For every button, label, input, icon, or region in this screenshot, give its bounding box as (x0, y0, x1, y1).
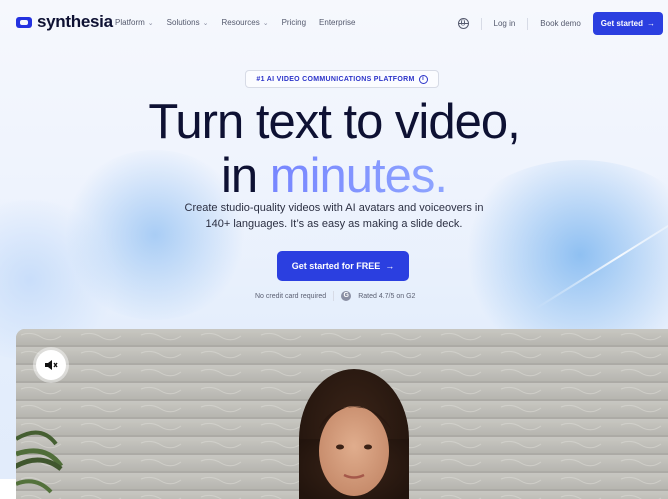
synthesia-logo[interactable]: synthesia (16, 12, 113, 32)
get-started-free-button[interactable]: Get started for FREE → (277, 251, 409, 281)
nav-item-label: Enterprise (319, 18, 356, 27)
video-frame (16, 329, 668, 499)
hero-title-line-1: Turn text to video, (148, 95, 520, 149)
hero-video[interactable] (16, 329, 668, 499)
logo-mark-icon (16, 16, 32, 28)
get-started-button[interactable]: Get started → (592, 12, 663, 35)
g2-rating: Rated 4.7/5 on G2 (358, 292, 416, 300)
mute-toggle-button[interactable] (36, 350, 66, 380)
chevron-down-icon: ⌄ (147, 19, 154, 27)
divider (480, 17, 482, 30)
button-label: Get started (600, 19, 643, 28)
button-label: Get started for FREE (291, 261, 381, 271)
g2-logo-icon: G (341, 291, 352, 301)
divider (527, 17, 529, 30)
nav-item-pricing[interactable]: Pricing (282, 18, 306, 27)
book-demo-link[interactable]: Book demo (540, 19, 580, 28)
arrow-right-icon: → (385, 261, 395, 271)
nav-menu: Platform ⌄ Solutions ⌄ Resources ⌄ Prici… (115, 18, 356, 27)
login-link[interactable]: Log in (494, 19, 516, 28)
globe-icon[interactable] (457, 18, 469, 29)
chevron-down-icon: ⌄ (262, 19, 269, 27)
hero-meta: No credit card required G Rated 4.7/5 on… (255, 291, 415, 301)
nav-item-solutions[interactable]: Solutions ⌄ (167, 18, 209, 27)
divider (333, 291, 335, 301)
speaker-muted-icon (45, 360, 58, 370)
title-plain-text: in (221, 149, 258, 203)
title-highlight-text: minutes. (269, 149, 448, 203)
hero-subtitle: Create studio-quality videos with AI ava… (184, 202, 484, 214)
top-navigation: synthesia Platform ⌄ Solutions ⌄ Resourc… (0, 0, 668, 46)
arrow-right-icon: → (647, 19, 655, 28)
nav-item-enterprise[interactable]: Enterprise (319, 18, 355, 27)
chevron-down-icon: ⌄ (202, 19, 209, 27)
nav-item-resources[interactable]: Resources ⌄ (221, 18, 268, 27)
hero-subtitle: 140+ languages. It’s as easy as making a… (205, 218, 463, 230)
logo-wordmark: synthesia (37, 12, 113, 31)
nav-item-label: Solutions (166, 18, 200, 27)
hero-title-line-2: in minutes. (0, 148, 668, 204)
platform-badge: #1 AI VIDEO COMMUNICATIONS PLATFORM i (245, 70, 439, 88)
info-icon[interactable]: i (418, 74, 428, 84)
nav-actions: Log in Book demo Get started → (457, 12, 663, 35)
nav-item-label: Pricing (281, 18, 307, 27)
badge-text: #1 AI VIDEO COMMUNICATIONS PLATFORM (256, 75, 415, 83)
no-credit-card-note: No credit card required (255, 292, 327, 300)
nav-item-platform[interactable]: Platform ⌄ (115, 18, 154, 27)
nav-item-label: Platform (115, 18, 145, 27)
nav-item-label: Resources (221, 18, 260, 27)
